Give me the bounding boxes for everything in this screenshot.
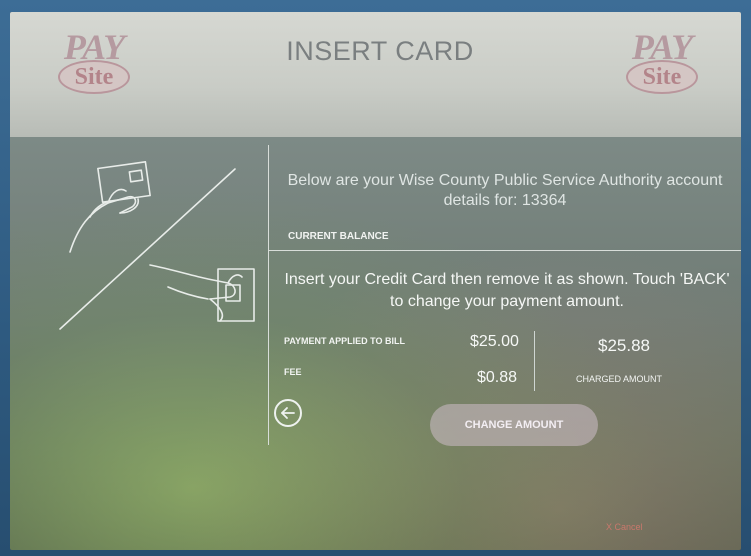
logo-site-oval: Site (58, 60, 130, 94)
payment-applied-amount: $25.00 (470, 333, 519, 350)
charged-amount-value: $25.88 (598, 336, 650, 355)
cancel-button[interactable]: X Cancel (606, 522, 643, 532)
logo-site-text: Site (642, 64, 682, 90)
payment-applied-label: PAYMENT APPLIED TO BILL (284, 336, 406, 346)
change-amount-button[interactable]: CHANGE AMOUNT (430, 404, 598, 446)
charged-amount-label: CHARGED AMOUNT (576, 374, 663, 384)
header-bar: PAY Site INSERT CARD PAY Site (10, 12, 741, 137)
paysite-logo-left: PAY Site (48, 26, 140, 96)
amount-divider (534, 331, 535, 391)
main-panel: Below are your Wise County Public Servic… (10, 137, 741, 550)
page-title: INSERT CARD (286, 36, 474, 66)
back-arrow-icon (281, 407, 295, 419)
vertical-divider (268, 145, 269, 445)
payment-instructions: Insert your Credit Card then remove it a… (284, 271, 730, 310)
logo-site-text: Site (74, 64, 114, 90)
logo-site-oval: Site (626, 60, 698, 94)
fee-label: FEE (284, 367, 302, 377)
insert-card-illustration-icon (59, 161, 255, 330)
fee-amount: $0.88 (477, 369, 518, 386)
account-intro-text: Below are your Wise County Public Servic… (287, 172, 723, 209)
back-button[interactable] (274, 399, 302, 427)
current-balance-label: CURRENT BALANCE (288, 231, 389, 242)
paysite-logo-right: PAY Site (616, 26, 708, 96)
horizontal-divider (268, 250, 741, 251)
kiosk-screen: PAY Site INSERT CARD PAY Site Below are … (10, 12, 741, 550)
